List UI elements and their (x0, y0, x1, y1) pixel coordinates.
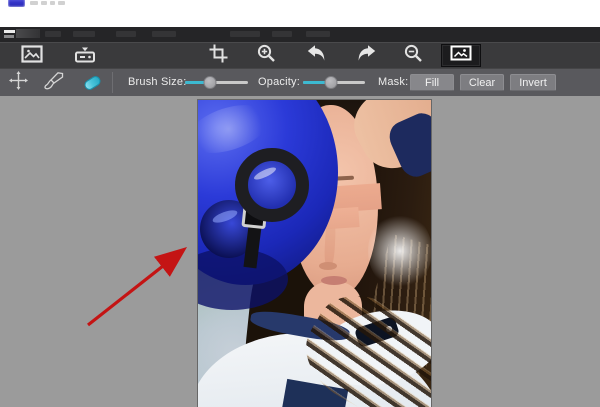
menu-logo-icon (4, 35, 14, 38)
paintbrush-icon (43, 72, 64, 95)
menu-item[interactable] (116, 31, 136, 37)
undo-arrow-icon (307, 45, 326, 67)
menu-bar (0, 27, 600, 42)
mask-invert-button[interactable]: Invert (510, 74, 556, 91)
nose-shadow (319, 262, 337, 270)
magnifier-plus-icon (257, 44, 276, 68)
zoom-in-button[interactable] (254, 45, 278, 67)
mask-label: Mask: (378, 76, 408, 88)
move-tool-button[interactable] (6, 73, 30, 93)
menu-item[interactable] (230, 31, 260, 37)
title-text-fragment (58, 1, 65, 5)
title-text-fragment (30, 1, 38, 5)
menu-item[interactable] (272, 31, 292, 37)
photo[interactable] (198, 100, 431, 407)
crop-icon (209, 44, 228, 68)
redo-button[interactable] (354, 45, 378, 67)
magnifier-minus-icon (404, 44, 423, 68)
mask-clear-button[interactable]: Clear (460, 74, 504, 91)
editing-canvas[interactable] (0, 96, 600, 407)
opacity-slider[interactable] (303, 81, 365, 84)
crop-button[interactable] (206, 45, 230, 67)
menu-logo-icon (16, 29, 40, 38)
main-toolbar (0, 42, 600, 68)
lips (321, 276, 347, 285)
brush-tool-button[interactable] (41, 73, 65, 93)
menu-item[interactable] (73, 31, 95, 37)
open-image-button[interactable] (20, 45, 44, 67)
mask-fill-button[interactable]: Fill (410, 74, 454, 91)
brush-size-thumb[interactable] (204, 76, 217, 89)
picture-icon (450, 45, 472, 66)
title-text-fragment (41, 1, 47, 5)
app-logo-icon (8, 0, 25, 7)
photo-editor-window: Brush Size: Opacity: Mask: Fill Clear In… (0, 0, 600, 407)
brush-size-slider[interactable] (185, 81, 248, 84)
eraser-tool-button[interactable] (80, 73, 104, 93)
move-cross-icon (9, 71, 28, 95)
title-bar (0, 0, 600, 27)
eraser-icon (82, 74, 102, 91)
toolbar-divider (112, 72, 113, 93)
preview-button[interactable] (441, 44, 481, 67)
menu-item[interactable] (45, 31, 61, 37)
tool-options-bar: Brush Size: Opacity: Mask: Fill Clear In… (0, 68, 600, 96)
menu-item[interactable] (306, 31, 330, 37)
zoom-out-button[interactable] (401, 45, 425, 67)
picture-icon (21, 45, 43, 68)
title-text-fragment (50, 1, 55, 5)
background-light-spot (368, 212, 431, 290)
undo-button[interactable] (304, 45, 328, 67)
opacity-thumb[interactable] (324, 76, 337, 89)
brush-size-label: Brush Size: (128, 76, 186, 88)
menu-logo-icon (4, 30, 15, 33)
opacity-label: Opacity: (258, 76, 300, 88)
import-box-icon (74, 45, 96, 68)
menu-item[interactable] (152, 31, 176, 37)
import-button[interactable] (73, 45, 97, 67)
redo-arrow-icon (357, 45, 376, 67)
helmet-ear-pad (235, 148, 309, 222)
